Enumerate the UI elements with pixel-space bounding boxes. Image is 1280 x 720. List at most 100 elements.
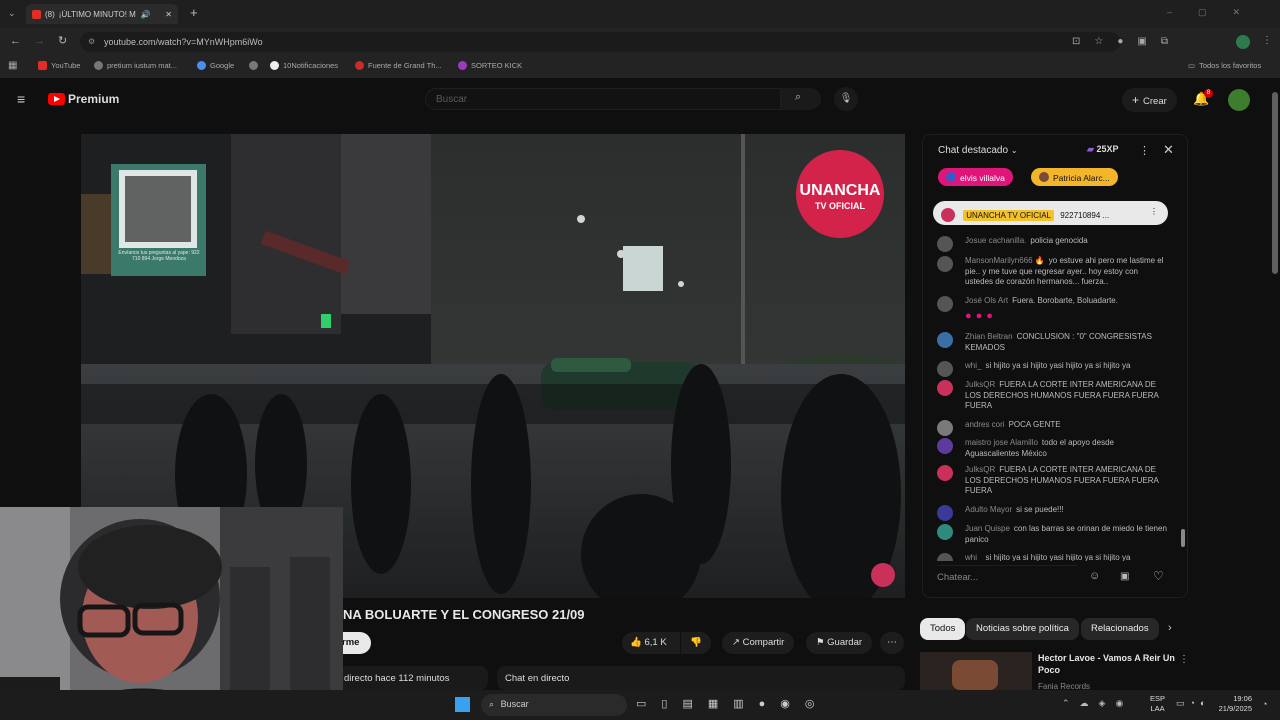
system-tray-icons[interactable]: ▭◔◐ <box>1176 698 1210 709</box>
emoji-icon[interactable]: ☺ <box>1089 570 1100 582</box>
voice-search-button[interactable]: 🎙 <box>834 87 858 111</box>
tray-icons[interactable]: ⌃☁◈◉ <box>1062 698 1133 709</box>
tab-title: ¡ÚLTIMO MINUTO! M <box>58 9 136 19</box>
avatar <box>937 524 953 540</box>
bookmark-sorteo[interactable]: SORTEO KICK <box>458 61 522 70</box>
chat-scrollbar[interactable] <box>1181 529 1185 547</box>
forward-icon[interactable]: → <box>34 35 45 47</box>
pinned-more-icon[interactable]: ⋮ <box>1150 207 1158 216</box>
window-controls: –▢✕ <box>1166 7 1266 17</box>
bookmark-blank[interactable] <box>249 61 258 70</box>
bookmark-fuente[interactable]: Fuente de Grand Th... <box>355 61 442 70</box>
live-chat-panel: Chat destacado ⌄ ▰ 25XP ⋮ ✕ elvis villal… <box>922 134 1188 598</box>
chat-message: JulksQR FUERA LA CORTE INTER AMERICANA DE… <box>937 465 1167 497</box>
bookmarks-bar: ▦ YouTube pretium iustum mat... Google 1… <box>0 56 1280 78</box>
close-tab-icon[interactable]: ✕ <box>165 10 172 19</box>
more-actions-icon[interactable]: ⋯ <box>880 632 904 654</box>
address-bar-row: ← → ↻ ⚙ youtube.com/watch?v=MYnWHpm6iWo … <box>0 28 1280 56</box>
save-button[interactable]: ⚑ Guardar <box>806 632 873 654</box>
chip-avatar <box>946 172 956 182</box>
bookmark-youtube[interactable]: YouTube <box>38 61 80 70</box>
chat-message: Josue cachanilla. policia genocida <box>937 236 1167 252</box>
tab-related[interactable]: Relacionados <box>1081 618 1159 640</box>
tab-list-chevron-icon[interactable]: ⌄ <box>8 8 16 19</box>
live-chat-box[interactable]: Chat en directo <box>497 666 905 690</box>
dislike-button[interactable]: 👎 <box>681 632 711 654</box>
share-button[interactable]: ↗ Compartir <box>722 632 795 654</box>
chat-mode-dropdown[interactable]: Chat destacado ⌄ <box>938 145 1018 156</box>
chat-message: Adulto Mayor si se puede!!! <box>937 505 1167 521</box>
description-box[interactable]: directo hace 112 minutos <box>330 666 488 690</box>
apps-grid-icon[interactable]: ▦ <box>8 60 17 71</box>
site-info-icon[interactable]: ⚙ <box>88 32 95 52</box>
avatar <box>937 296 953 312</box>
reload-icon[interactable]: ↻ <box>58 34 67 47</box>
chat-message: JulksQR FUERA LA CORTE INTER AMERICANA DE… <box>937 380 1167 412</box>
like-button[interactable]: 👍 6,1 K <box>622 632 680 654</box>
profile-avatar[interactable] <box>1236 35 1250 49</box>
chat-message: MansonMarilyn666 🔥 yo estuve ahi pero me … <box>937 256 1167 288</box>
watermark-line2: TV OFICIAL <box>815 201 865 211</box>
google-icon <box>197 61 206 70</box>
chat-message: José Ols Art Fuera. Borobarte, Boluadarte… <box>937 296 1167 321</box>
tab-count: (8) <box>45 9 55 19</box>
page-scrollbar[interactable] <box>1272 92 1278 274</box>
chat-more-icon[interactable]: ⋮ <box>1139 144 1150 157</box>
account-avatar[interactable] <box>1228 89 1250 111</box>
avatar <box>937 256 953 272</box>
clock[interactable]: 19:06 21/9/2025 <box>1212 694 1252 714</box>
bookmark-google[interactable]: Google <box>197 61 234 70</box>
logo-text: Premium <box>68 92 120 106</box>
pinned-message[interactable]: UNANCHA TV OFICIAL 922710894 ... ⋮ <box>933 201 1168 225</box>
speaker-icon[interactable]: 🔊 <box>141 10 151 19</box>
search-button[interactable]: ⌕ <box>781 88 821 110</box>
heart-icon[interactable]: ♡ <box>1153 569 1164 583</box>
youtube-logo[interactable]: Premium <box>48 92 122 106</box>
chat-input[interactable]: Chatear... <box>937 565 1077 587</box>
related-title[interactable]: Hector Lavoe - Vamos A Reir Un Poco <box>1038 653 1178 676</box>
tab-all[interactable]: Todos <box>920 618 966 640</box>
browser-tab[interactable]: (8) ¡ÚLTIMO MINUTO! M 🔊 ✕ <box>26 4 178 24</box>
related-more-icon[interactable]: ⋮ <box>1179 654 1189 665</box>
windows-start-icon[interactable] <box>455 697 470 712</box>
windows-taskbar: ⌕ Buscar ▭▯▤▦▥●◉◎ ⌃☁◈◉ ESP LAA ▭◔◐ 19:06… <box>0 690 1280 720</box>
language-indicator[interactable]: ESP LAA <box>1150 694 1165 714</box>
related-thumbnail[interactable] <box>920 652 1032 690</box>
browser-tab-bar: ⌄ (8) ¡ÚLTIMO MINUTO! M 🔊 ✕ + –▢✕ <box>0 0 1280 28</box>
bookmark-x[interactable]: 10Notificaciones <box>270 61 338 70</box>
back-icon[interactable]: ← <box>10 35 21 47</box>
avatar <box>937 420 953 436</box>
notification-center-icon[interactable]: ◔ <box>1262 699 1267 709</box>
create-button[interactable]: + Crear <box>1122 88 1177 112</box>
taskbar-apps[interactable]: ▭▯▤▦▥●◉◎ <box>636 697 829 710</box>
menu-kebab-icon[interactable]: ⋮ <box>1262 35 1272 46</box>
search-input[interactable]: Buscar <box>425 88 781 110</box>
hamburger-menu-icon[interactable]: ≡ <box>17 91 25 107</box>
crown-icon: ▰ <box>1087 144 1094 154</box>
webcam-overlay <box>0 507 343 720</box>
youtube-icon <box>38 61 47 70</box>
youtube-favicon-icon <box>32 9 41 19</box>
avatar <box>937 361 953 377</box>
notification-badge: 8 <box>1204 89 1213 98</box>
xp-badge[interactable]: ▰ 25XP <box>1087 144 1118 155</box>
thumbnail-face <box>952 660 998 690</box>
close-chat-icon[interactable]: ✕ <box>1163 142 1174 158</box>
chat-chip-1[interactable]: elvis villalva <box>938 168 1013 186</box>
avatar <box>937 465 953 481</box>
new-tab-icon[interactable]: + <box>190 5 198 20</box>
taskbar-search[interactable]: ⌕ Buscar <box>481 694 627 716</box>
chat-chip-2[interactable]: Patricia Alarc... <box>1031 168 1118 186</box>
all-favorites[interactable]: ▭ Todos los favoritos <box>1188 61 1261 70</box>
url-field[interactable]: ⚙ youtube.com/watch?v=MYnWHpm6iWo <box>80 32 1120 52</box>
url-text: youtube.com/watch?v=MYnWHpm6iWo <box>104 37 263 47</box>
chevron-right-icon[interactable]: › <box>1168 622 1172 634</box>
bookmark-pretium[interactable]: pretium iustum mat... <box>94 61 177 70</box>
thumbs-down-icon: 👎 <box>690 637 702 648</box>
avatar <box>937 380 953 396</box>
extensions-icons[interactable]: ⊡☆●▣⧉ <box>1072 36 1182 47</box>
tab-politics[interactable]: Noticias sobre política <box>966 618 1079 640</box>
globe-icon <box>249 61 258 70</box>
qr-caption: Envíanos tus preguntas al yape: 922 710 … <box>118 250 200 262</box>
super-chat-icon[interactable]: ▣ <box>1120 571 1129 582</box>
